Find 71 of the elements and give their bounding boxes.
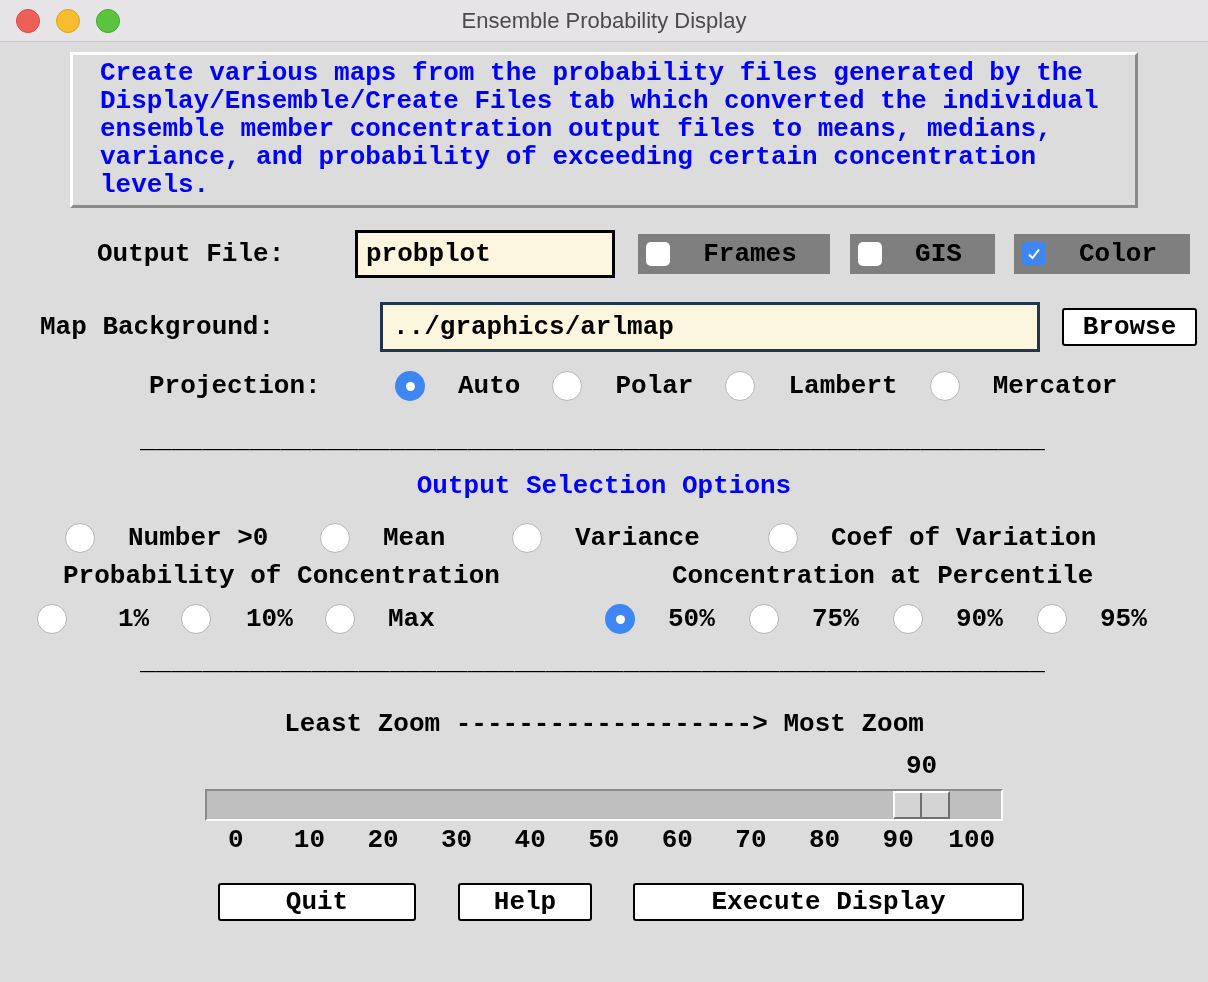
radio-button[interactable] — [512, 523, 542, 553]
radio-button[interactable] — [552, 371, 583, 401]
tick-label: 10 — [292, 827, 326, 853]
option-label: 50% — [668, 602, 715, 636]
slider-value: 90 — [906, 753, 938, 779]
tick-label: 0 — [227, 827, 245, 853]
map-background-input[interactable]: ../graphics/arlmap — [380, 302, 1040, 352]
radio-button[interactable] — [749, 604, 779, 634]
checkbox[interactable] — [858, 242, 882, 266]
option-label: 75% — [812, 602, 859, 636]
tick-label: 100 — [947, 827, 997, 853]
option-label: Polar — [615, 369, 694, 403]
field-label: Output File: — [97, 237, 286, 271]
group-label: Concentration at Percentile — [672, 559, 1094, 593]
option-label: 95% — [1100, 602, 1147, 636]
action-button[interactable]: Execute Display — [633, 883, 1024, 921]
radio-button[interactable] — [320, 523, 350, 553]
zoom-caption: Least Zoom -------------------> Most Zoom — [283, 711, 925, 737]
zoom-slider-track[interactable] — [205, 789, 1003, 821]
action-button[interactable]: Quit — [218, 883, 416, 921]
minimize-window-icon[interactable] — [56, 8, 80, 33]
checkbox[interactable] — [646, 242, 670, 266]
radio-button[interactable] — [893, 604, 923, 634]
close-window-icon[interactable] — [16, 8, 40, 33]
radio-button[interactable] — [725, 371, 756, 401]
radio-button[interactable] — [65, 523, 95, 553]
tick-label: 30 — [439, 827, 474, 853]
divider-line: __________________________________________________________ — [140, 427, 1046, 453]
option-label: Variance — [575, 521, 700, 555]
option-label: 90% — [956, 602, 1003, 636]
option-label: Mercator — [992, 369, 1118, 403]
radio-button[interactable] — [929, 371, 960, 401]
tick-label: 90 — [881, 827, 915, 853]
tick-label: 70 — [734, 827, 768, 853]
field-label: Map Background: — [40, 310, 276, 344]
tick-label: 60 — [660, 827, 694, 853]
checkbox[interactable] — [1022, 242, 1046, 266]
toggle-option[interactable]: GIS — [850, 234, 995, 274]
radio-button[interactable] — [181, 604, 211, 634]
option-label: Mean — [383, 521, 446, 555]
option-label: Number >0 — [128, 521, 269, 555]
radio-button[interactable] — [37, 604, 67, 634]
radio-button[interactable] — [605, 604, 635, 634]
option-label: Coef of Variation — [831, 521, 1097, 555]
tick-label: 80 — [807, 827, 842, 853]
tick-label: 20 — [366, 827, 400, 853]
window-title: Ensemble Probability Display — [461, 7, 747, 35]
tick-label: 40 — [513, 827, 547, 853]
slider-thumb[interactable] — [893, 791, 951, 819]
option-label: 1% — [118, 602, 150, 636]
option-label: Auto — [458, 369, 521, 403]
radio-button[interactable] — [768, 523, 798, 553]
option-label: 10% — [246, 602, 293, 636]
divider-line: __________________________________________________________ — [140, 649, 1046, 675]
output-file-input[interactable]: probplot — [355, 230, 615, 278]
browse-button[interactable]: Browse — [1062, 308, 1197, 346]
radio-button[interactable] — [1037, 604, 1067, 634]
check-icon — [1027, 247, 1041, 261]
toggle-option[interactable]: Frames — [638, 234, 830, 274]
tick-label: 50 — [587, 827, 621, 853]
section-title: Output Selection Options — [415, 473, 793, 499]
maximize-window-icon[interactable] — [96, 8, 120, 33]
toggle-option[interactable]: Color — [1014, 234, 1190, 274]
action-button[interactable]: Help — [458, 883, 592, 921]
radio-button[interactable] — [325, 604, 355, 634]
field-label: Projection: — [149, 369, 322, 403]
option-label: Max — [388, 602, 435, 636]
group-label: Probability of Concentration — [63, 559, 501, 593]
description-text: Create various maps from the probability files generated by the Display/Ensemble/Create Files tab which converted the individual ensemble member concentration output files to means, medians, variance, and probability of exceeding certain concentration levels. — [100, 59, 1100, 199]
radio-button[interactable] — [395, 371, 425, 401]
option-label: Lambert — [788, 369, 898, 403]
